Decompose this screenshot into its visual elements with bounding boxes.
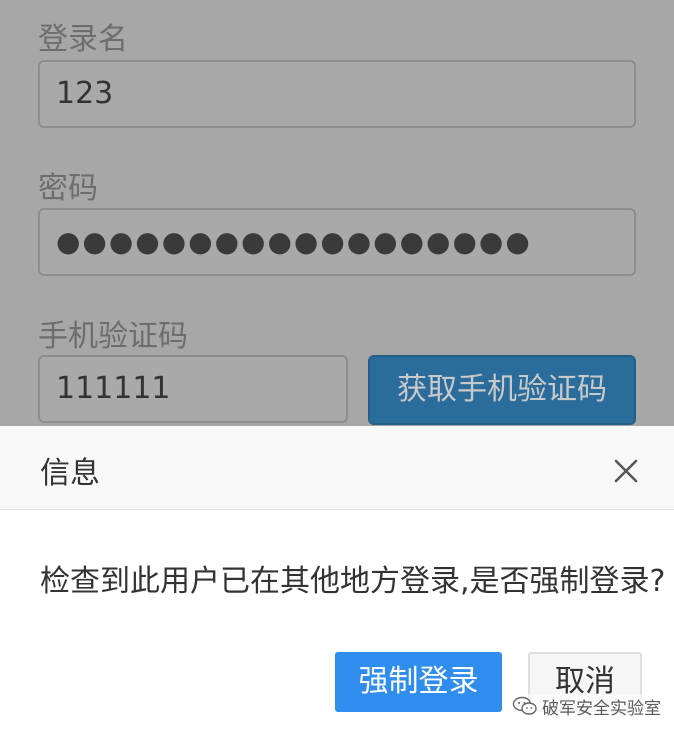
dialog-header: 信息 [0, 426, 674, 510]
login-form: 登录名 123 密码 ●●●●●●●●●●●●●●●●●● 手机验证码 1111… [0, 0, 674, 440]
watermark: 破军安全实验室 [512, 694, 663, 719]
force-login-button[interactable]: 强制登录 [335, 652, 502, 712]
password-input[interactable]: ●●●●●●●●●●●●●●●●●● [38, 208, 636, 276]
sms-code-input[interactable]: 111111 [38, 355, 348, 423]
watermark-text: 破军安全实验室 [542, 698, 661, 719]
wechat-icon [512, 696, 537, 715]
dialog-message: 检查到此用户已在其他地方登录,是否强制登录? [40, 564, 666, 599]
password-label: 密码 [38, 171, 98, 206]
login-name-input[interactable]: 123 [38, 60, 636, 128]
info-dialog: 信息 检查到此用户已在其他地方登录,是否强制登录? 强制登录 取消 [0, 426, 674, 733]
login-name-label: 登录名 [38, 22, 128, 57]
dialog-title: 信息 [40, 456, 100, 491]
close-icon[interactable] [606, 451, 646, 491]
get-sms-code-button[interactable]: 获取手机验证码 [368, 355, 636, 425]
sms-code-label: 手机验证码 [38, 319, 188, 354]
